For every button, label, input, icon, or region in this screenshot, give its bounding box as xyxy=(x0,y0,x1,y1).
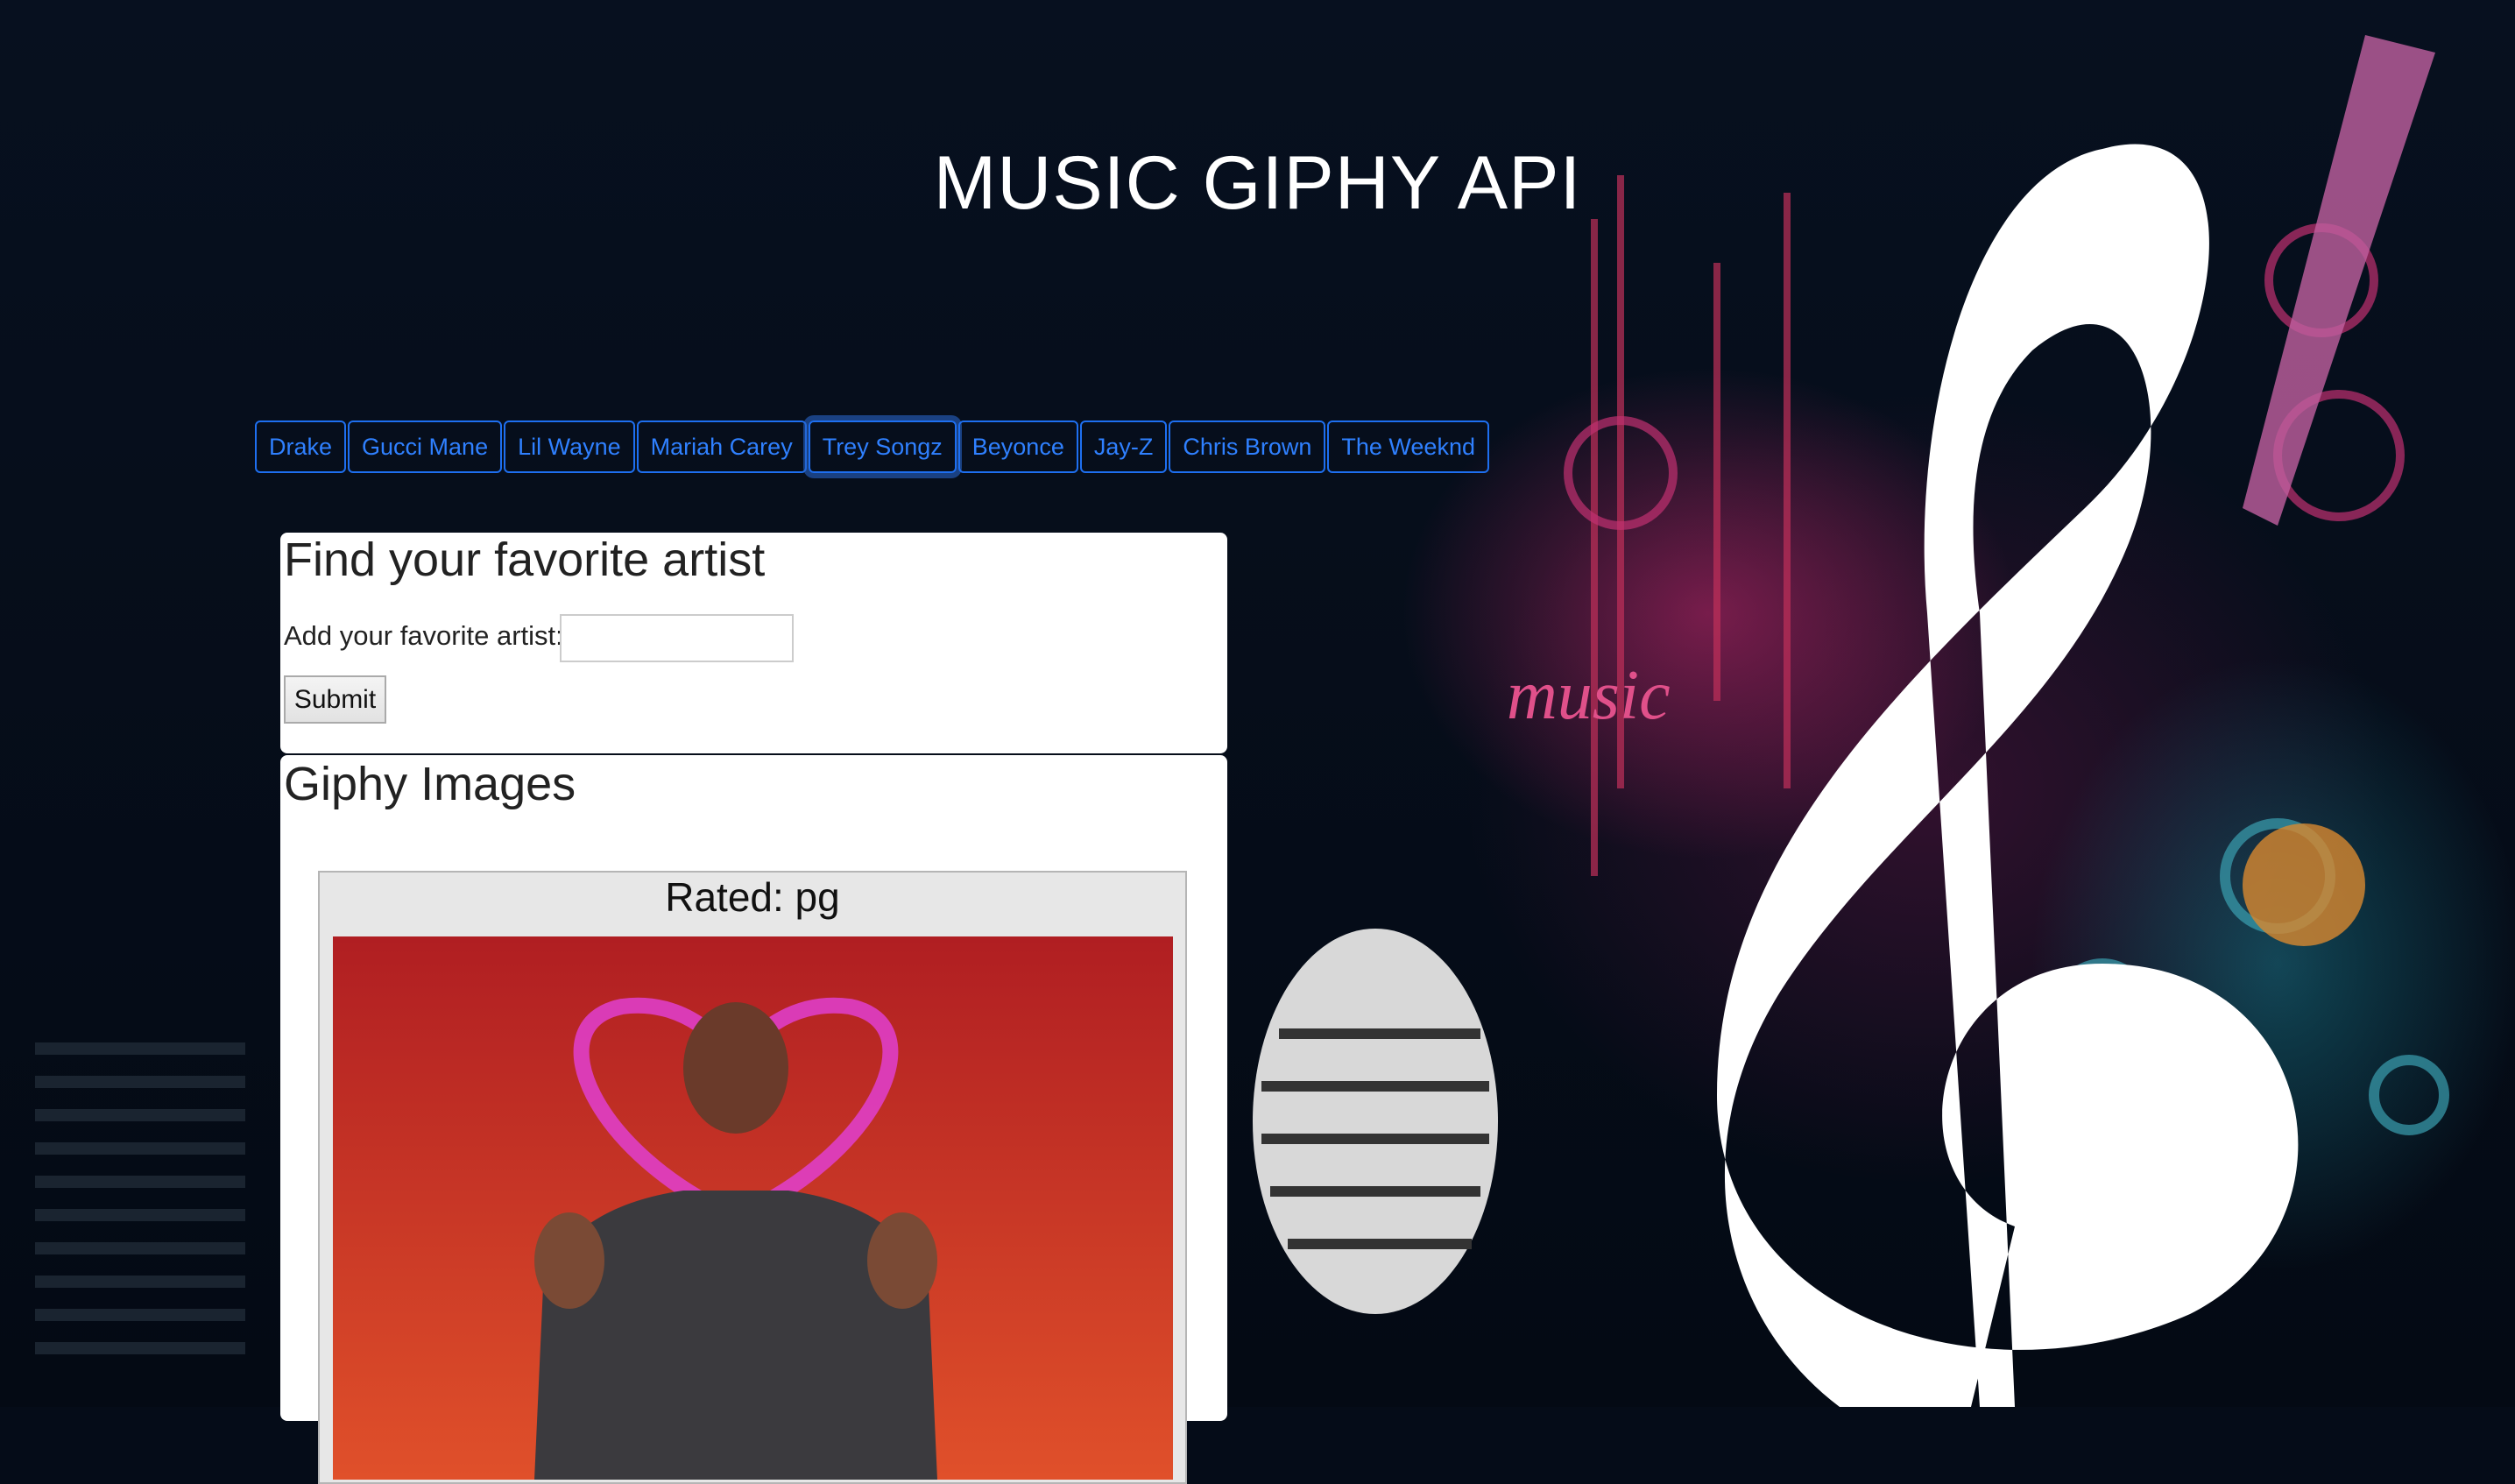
equalizer-decoration xyxy=(35,1042,245,1375)
artist-button-the-weeknd[interactable]: The Weeknd xyxy=(1327,420,1489,473)
artist-button-gucci-mane[interactable]: Gucci Mane xyxy=(348,420,503,473)
giphy-images-heading: Giphy Images xyxy=(284,758,576,810)
gif-image[interactable] xyxy=(333,936,1173,1480)
artist-button-bar: Drake Gucci Mane Lil Wayne Mariah Carey … xyxy=(255,420,1491,473)
add-artist-heading: Find your favorite artist xyxy=(284,534,766,586)
submit-button[interactable]: Submit xyxy=(284,675,386,724)
svg-text:music: music xyxy=(1507,657,1671,734)
page-title: MUSIC GIPHY API xyxy=(933,141,1582,225)
artist-button-chris-brown[interactable]: Chris Brown xyxy=(1169,420,1326,473)
artist-input[interactable] xyxy=(560,614,794,662)
artist-button-jay-z[interactable]: Jay-Z xyxy=(1079,420,1168,473)
artist-button-mariah-carey[interactable]: Mariah Carey xyxy=(636,420,807,473)
artist-button-beyonce[interactable]: Beyonce xyxy=(957,420,1078,473)
artist-button-trey-songz[interactable]: Trey Songz xyxy=(808,420,957,473)
artist-input-label: Add your favorite artist: xyxy=(284,620,563,651)
giphy-images-panel: Giphy Images Rated: pg xyxy=(280,755,1227,1484)
artist-button-lil-wayne[interactable]: Lil Wayne xyxy=(504,420,635,473)
add-artist-panel: Find your favorite artist Add your favor… xyxy=(280,533,1227,753)
gif-rating: Rated: pg xyxy=(665,874,840,920)
gif-card: Rated: pg xyxy=(318,871,1187,1484)
artist-button-drake[interactable]: Drake xyxy=(255,420,347,473)
